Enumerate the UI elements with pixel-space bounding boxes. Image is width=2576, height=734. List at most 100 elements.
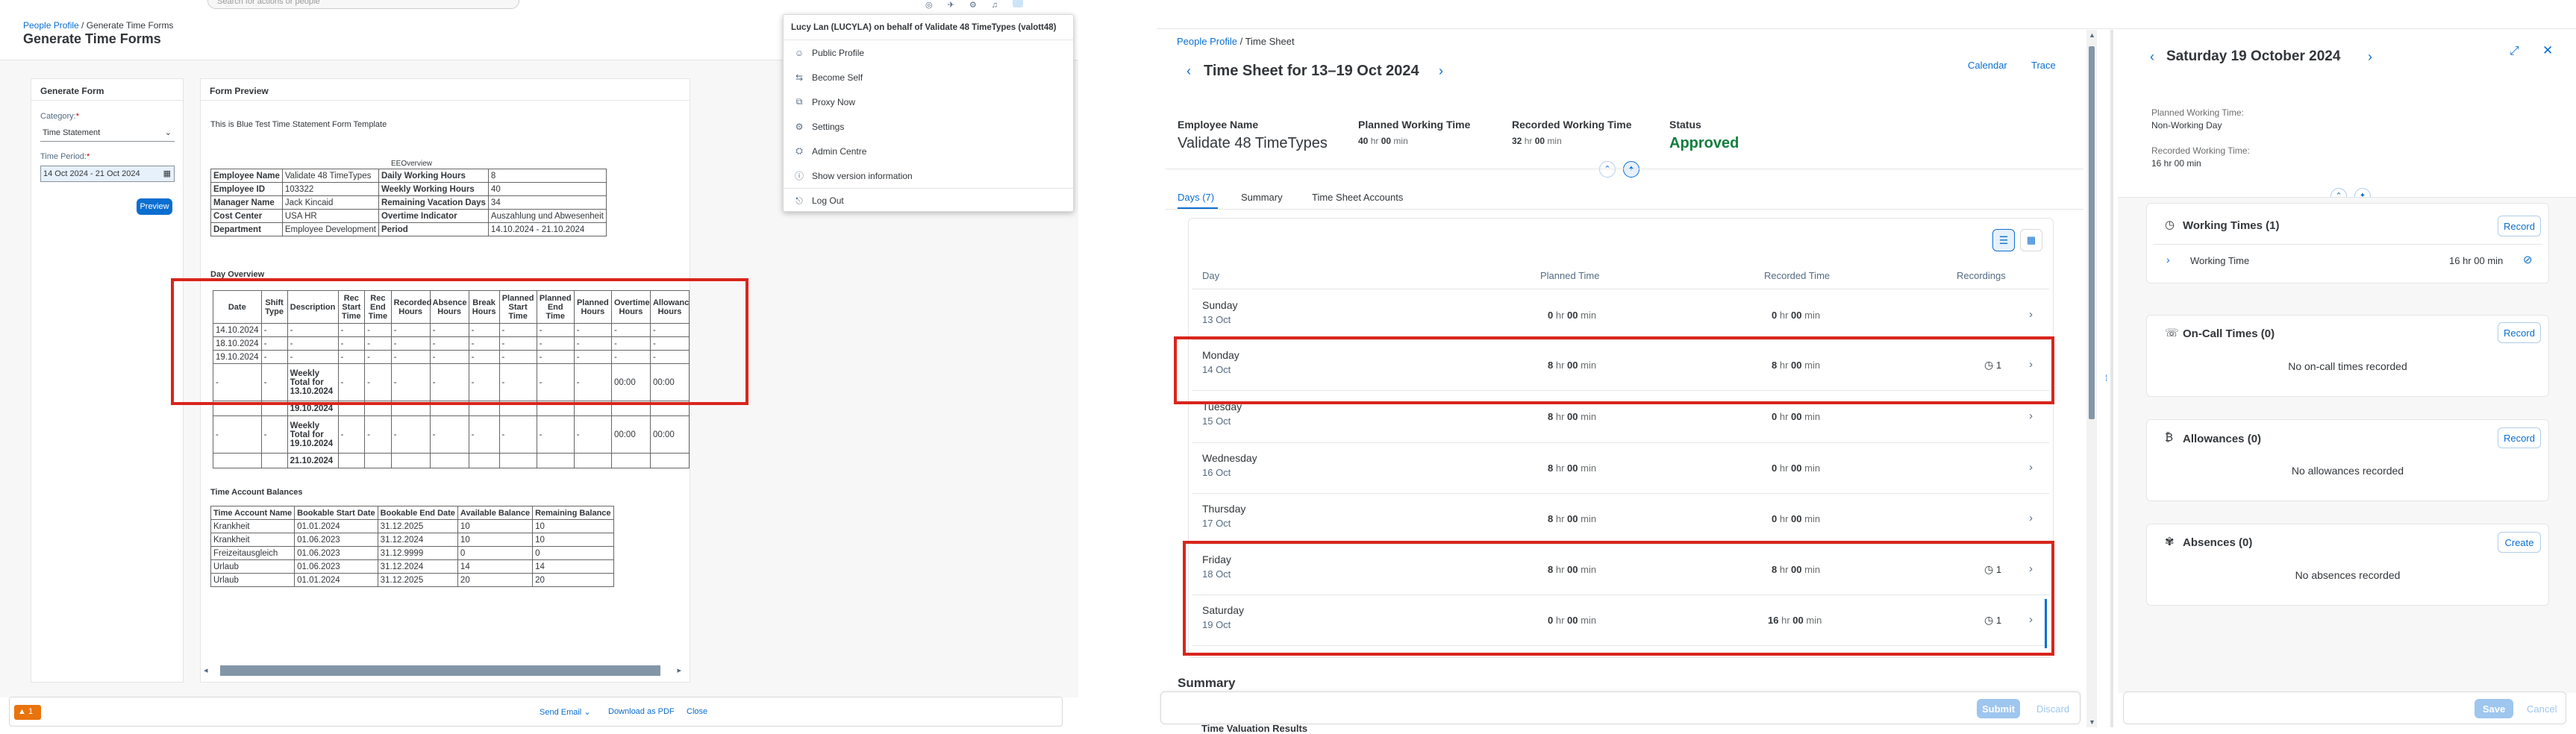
pin-header-button[interactable]: ✦ <box>1623 161 1639 178</box>
menu-item-settings[interactable]: ⚙ Settings <box>784 114 1073 139</box>
form-preview-heading: Form Preview <box>210 86 269 96</box>
weekly-cell: 00:00 <box>649 415 690 454</box>
warning-icon: ▲ <box>18 707 26 716</box>
close-button[interactable]: Close <box>687 707 707 716</box>
panel-splitter[interactable] <box>2110 30 2113 727</box>
splitter-grip-icon[interactable]: ⁞ <box>2105 373 2107 383</box>
account-cell: 01.06.2023 <box>294 546 378 560</box>
calendar-link[interactable]: Calendar <box>1968 60 2007 71</box>
weekly-cell: - <box>536 415 575 454</box>
menu-item-version-info[interactable]: ⓘ Show version information <box>784 163 1073 188</box>
logout-icon: ⎋ <box>795 195 803 206</box>
horizontal-scrollbar[interactable]: ◂ ▸ <box>204 665 681 677</box>
allowances-card <box>2146 419 2549 501</box>
warning-badge[interactable]: ▲ 1 <box>14 705 41 720</box>
menu-item-become-self[interactable]: ⇆ Become Self <box>784 65 1073 90</box>
phone-icon: ☏ <box>2165 327 2179 339</box>
scroll-down-icon[interactable]: ▼ <box>2089 718 2095 726</box>
next-week-icon[interactable]: › <box>1439 63 1443 79</box>
col-day-header: Day <box>1202 270 1220 281</box>
template-title: This is Blue Test Time Statement Form Te… <box>210 120 387 129</box>
discard-button[interactable]: Discard <box>2036 703 2069 715</box>
breadcrumb-current: Generate Time Forms <box>86 20 174 31</box>
download-pdf-button[interactable]: Download as PDF <box>608 707 675 716</box>
calendar-view-button[interactable]: ▦ <box>2020 229 2042 251</box>
avatar[interactable] <box>1012 0 1023 7</box>
row-chevron-icon[interactable]: › <box>2029 308 2033 321</box>
ts-breadcrumb-current: Time Sheet <box>1245 36 1295 47</box>
info-cell: Employee Development <box>281 222 379 236</box>
record-on-call-button[interactable]: Record <box>2498 322 2541 343</box>
record-allowances-button[interactable]: Record <box>2498 427 2541 448</box>
cancel-button[interactable]: Cancel <box>2527 703 2557 715</box>
period-input[interactable]: 14 Oct 2024 - 21 Oct 2024 ▦ <box>40 166 175 182</box>
weekly-cell <box>260 453 288 468</box>
on-call-title: On-Call Times (0) <box>2183 327 2275 340</box>
menu-item-admin-centre[interactable]: ⛭ Admin Centre <box>784 139 1073 163</box>
record-working-times-button[interactable]: Record <box>2498 216 2541 236</box>
collapse-header-button[interactable]: ⌃ <box>1599 161 1616 178</box>
scroll-left-icon[interactable]: ◂ <box>204 665 208 675</box>
weekly-cell: - <box>364 415 392 454</box>
send-email-button[interactable]: Send Email ⌄ <box>540 707 591 717</box>
breadcrumb-root[interactable]: People Profile <box>23 20 79 31</box>
row-chevron-icon[interactable]: › <box>2029 461 2033 474</box>
help-icon[interactable]: ◎ <box>925 1 948 10</box>
calendar-icon[interactable]: ▦ <box>163 169 171 178</box>
menu-item-log-out[interactable]: ⎋ Log Out <box>784 188 1073 213</box>
detail-next-icon[interactable]: › <box>2368 49 2372 65</box>
weekly-cell <box>390 453 431 468</box>
share-icon[interactable]: ✈ <box>948 1 969 10</box>
detail-prev-icon[interactable]: ‹ <box>2150 49 2154 65</box>
trace-link[interactable]: Trace <box>2031 60 2056 71</box>
day-row[interactable]: Sunday 13 Oct 0 hr 00 min 0 hr 00 min › <box>1192 290 2049 340</box>
weekly-cell <box>610 453 651 468</box>
weekly-cell <box>649 453 690 468</box>
info-cell: Jack Kincaid <box>281 195 379 210</box>
weekly-cell: - <box>573 415 612 454</box>
recorded-time: 0 hr 00 min <box>1772 411 1821 422</box>
preview-button[interactable]: Preview <box>137 198 172 215</box>
tab-accounts[interactable]: Time Sheet Accounts <box>1312 192 1403 203</box>
fullscreen-icon[interactable]: ⤢ <box>2510 45 2519 58</box>
category-select[interactable]: Time Statement ⌄ <box>40 125 175 142</box>
submit-button[interactable]: Submit <box>1977 699 2020 718</box>
info-cell: Employee ID <box>210 182 283 196</box>
ts-title: Time Sheet for 13–19 Oct 2024 <box>1204 63 1419 79</box>
account-cell: 01.01.2024 <box>294 573 378 587</box>
close-icon[interactable]: ✕ <box>2542 43 2553 58</box>
tab-summary[interactable]: Summary <box>1241 192 1283 203</box>
ts-breadcrumb-root[interactable]: People Profile <box>1177 36 1237 47</box>
menu-item-proxy-now[interactable]: ⧉ Proxy Now <box>784 90 1073 114</box>
scroll-up-icon[interactable]: ▲ <box>2089 31 2095 39</box>
working-time-row-value: 16 hr 00 min <box>2449 255 2504 266</box>
recorded-value: 32 hr 00 min <box>1512 136 1562 146</box>
row-chevron-icon[interactable]: › <box>2029 410 2033 422</box>
save-button[interactable]: Save <box>2475 699 2513 718</box>
row-chevron-icon[interactable]: › <box>2029 512 2033 524</box>
menu-item-public-profile[interactable]: ☺ Public Profile <box>784 40 1073 65</box>
settings-icon[interactable]: ⚙ <box>969 1 992 10</box>
account-header-cell: Bookable Start Date <box>294 506 378 520</box>
vertical-scrollbar[interactable]: ▲ ▼ <box>2086 30 2097 727</box>
info-row: Cost Center USA HR Overtime Indicator Ausza… <box>210 209 607 223</box>
account-cell: 31.12.2025 <box>377 519 458 533</box>
day-row[interactable]: Wednesday 16 Oct 8 hr 00 min 0 hr 00 min › <box>1192 443 2049 494</box>
prev-week-icon[interactable]: ‹ <box>1187 63 1191 79</box>
left-app: Search for actions or people ◎✈⚙♫ People… <box>0 0 1078 729</box>
header-icons: ◎✈⚙♫ <box>925 0 1052 10</box>
search-input[interactable]: Search for actions or people <box>207 0 519 9</box>
account-cell: 31.12.2025 <box>377 573 458 587</box>
create-absence-button[interactable]: Create <box>2498 532 2541 553</box>
planned-time: 8 hr 00 min <box>1548 513 1597 524</box>
scroll-right-icon[interactable]: ▸ <box>677 665 681 675</box>
day-date: 17 Oct <box>1202 518 1231 529</box>
list-view-button[interactable]: ☰ <box>1992 229 2015 251</box>
edit-icon[interactable]: ⊘ <box>2523 253 2533 266</box>
day-row[interactable]: Thursday 17 Oct 8 hr 00 min 0 hr 00 min › <box>1192 494 2049 545</box>
emp-name-value: Validate 48 TimeTypes <box>1178 135 1328 151</box>
info-cell: 103322 <box>281 182 379 196</box>
bell-icon[interactable]: ♫ <box>992 1 1013 10</box>
tab-days[interactable]: Days (7) <box>1178 192 1214 203</box>
expand-icon[interactable]: › <box>2166 254 2170 266</box>
